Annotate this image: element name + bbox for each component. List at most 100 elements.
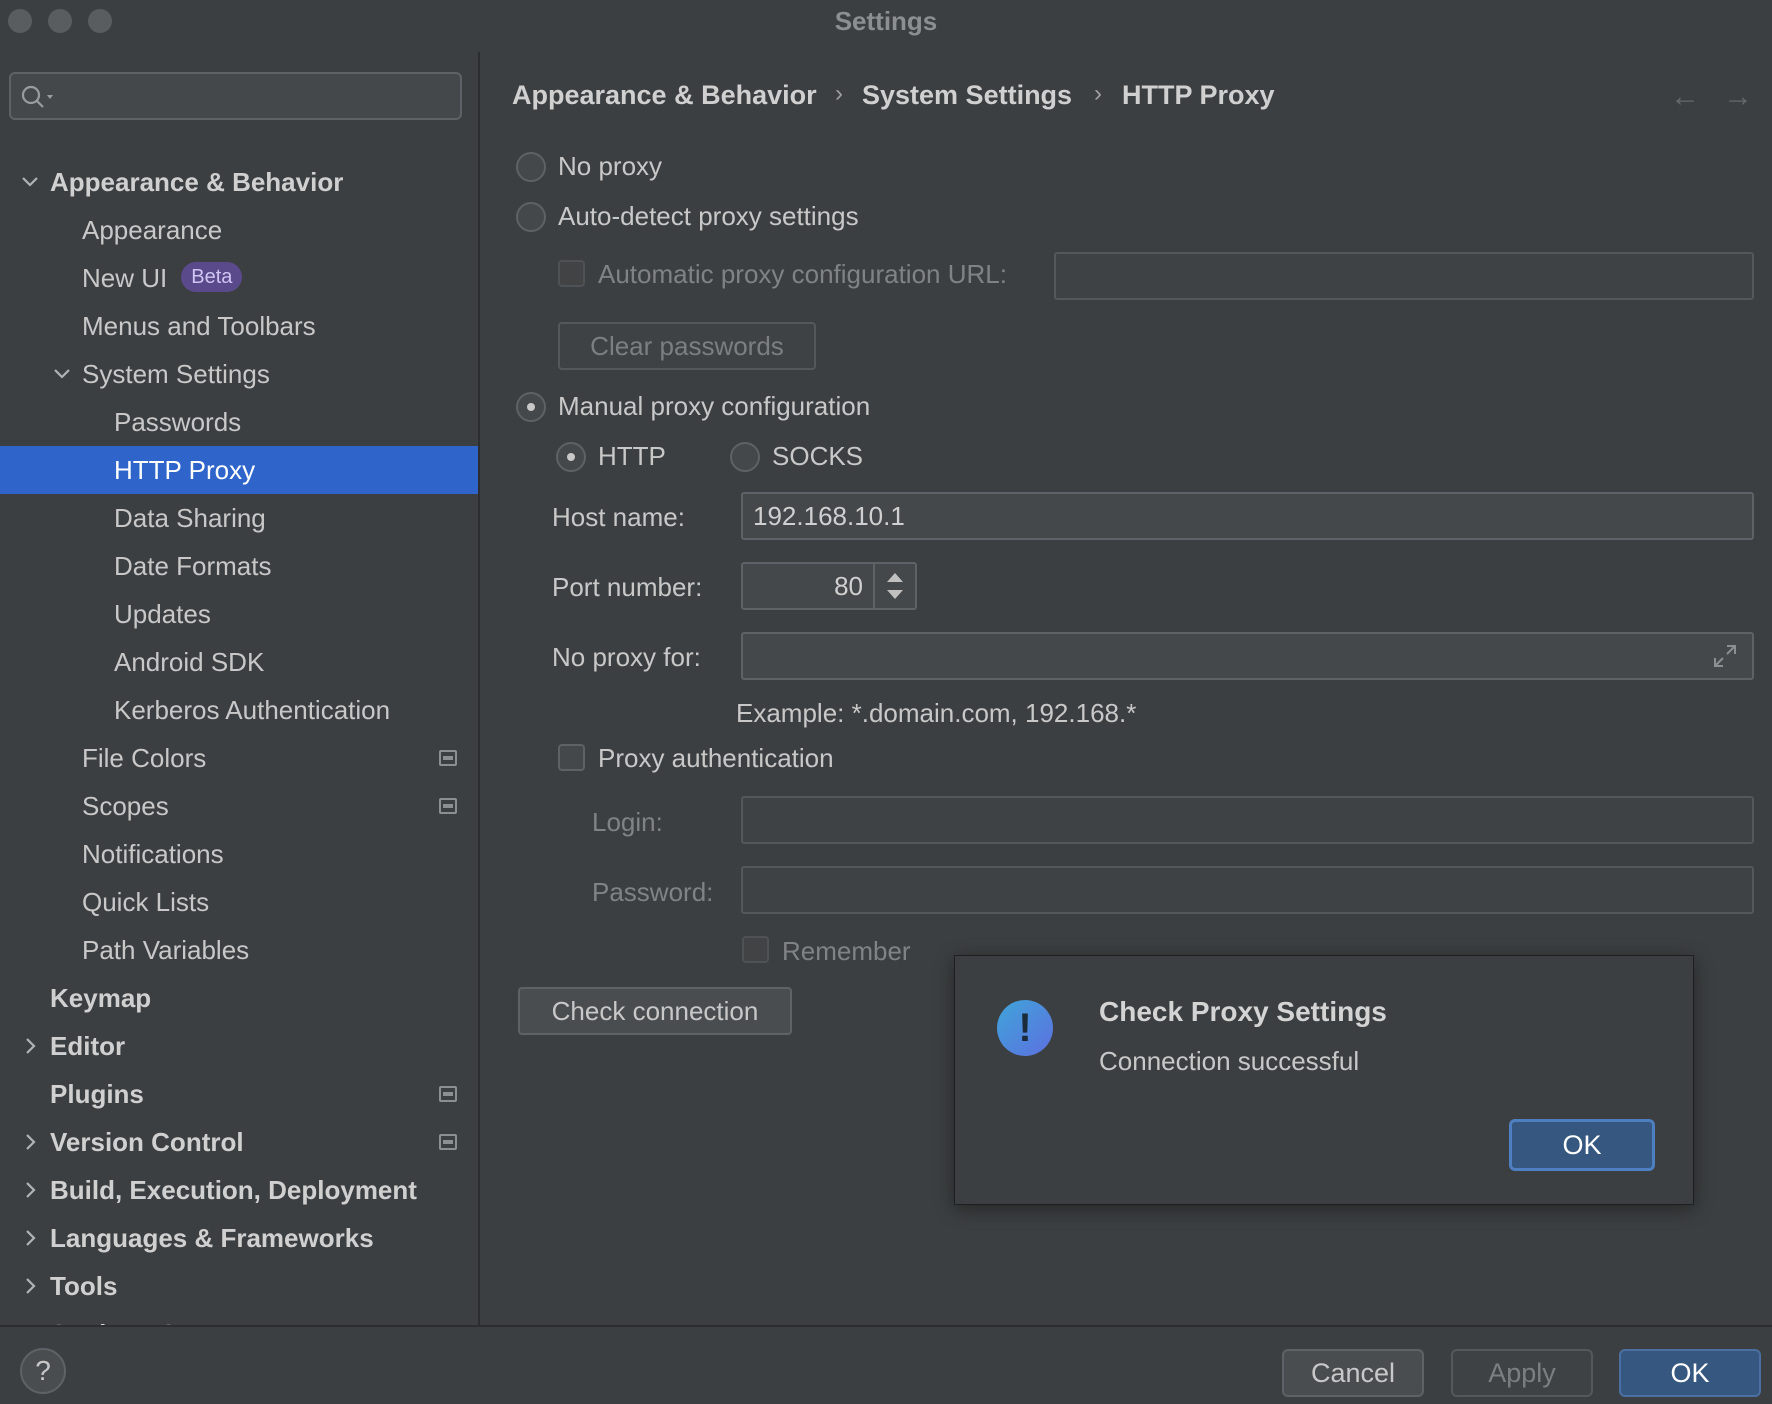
chevron-down-icon[interactable]: [50, 362, 74, 386]
arrow-left-icon[interactable]: ←: [1670, 80, 1700, 114]
http-label: HTTP: [598, 441, 666, 472]
chevron-right-icon[interactable]: [18, 1130, 42, 1154]
help-button[interactable]: ?: [20, 1348, 66, 1394]
breadcrumb-appearance-behavior[interactable]: Appearance & Behavior: [512, 80, 817, 111]
sidebar-item-version-control[interactable]: Version Control: [0, 1118, 478, 1166]
sidebar-item-label: Appearance: [82, 206, 222, 254]
sidebar-item-system-settings[interactable]: System Settings: [0, 350, 478, 398]
no-proxy-for-label: No proxy for:: [552, 642, 701, 673]
beta-badge: Beta: [181, 262, 242, 292]
chevron-right-icon[interactable]: [18, 1226, 42, 1250]
no-proxy-for-input[interactable]: [741, 632, 1754, 680]
dialog-ok-button[interactable]: OK: [1509, 1119, 1655, 1171]
sidebar-item-data-sharing[interactable]: Data Sharing: [0, 494, 478, 542]
host-name-label: Host name:: [552, 502, 685, 533]
sidebar-item-file-colors[interactable]: File Colors: [0, 734, 478, 782]
sidebar-item-updates[interactable]: Updates: [0, 590, 478, 638]
sidebar-item-path-variables[interactable]: Path Variables: [0, 926, 478, 974]
port-stepper[interactable]: [873, 564, 915, 608]
sidebar-item-text: Passwords: [114, 407, 241, 437]
sidebar-item-plugins[interactable]: Plugins: [0, 1070, 478, 1118]
manual-proxy-label: Manual proxy configuration: [558, 391, 870, 422]
chevron-right-icon[interactable]: [18, 1274, 42, 1298]
sidebar-item-text: Plugins: [50, 1079, 144, 1109]
sidebar-item-android-sdk[interactable]: Android SDK: [0, 638, 478, 686]
sidebar-item-label: Updates: [114, 590, 211, 638]
arrow-right-icon[interactable]: →: [1723, 80, 1753, 114]
port-number-value: 80: [834, 571, 863, 601]
sidebar-item-label: System Settings: [82, 350, 270, 398]
sidebar-item-languages-frameworks[interactable]: Languages & Frameworks: [0, 1214, 478, 1262]
settings-sidebar: Appearance & Behavior Appearance New UIBet…: [0, 52, 478, 1325]
sidebar-item-text: Menus and Toolbars: [82, 311, 316, 341]
sidebar-item-text: Data Sharing: [114, 503, 266, 533]
sidebar-item-http-proxy[interactable]: HTTP Proxy: [0, 446, 478, 494]
clear-passwords-button[interactable]: Clear passwords: [558, 322, 816, 370]
sidebar-item-passwords[interactable]: Passwords: [0, 398, 478, 446]
sidebar-item-label: HTTP Proxy: [114, 446, 255, 494]
sidebar-item-label: Menus and Toolbars: [82, 302, 316, 350]
project-level-icon: [439, 798, 457, 814]
sidebar-item-date-formats[interactable]: Date Formats: [0, 542, 478, 590]
auto-detect-radio[interactable]: [516, 202, 546, 232]
ok-button[interactable]: OK: [1619, 1349, 1761, 1397]
sidebar-item-label: Scopes: [82, 782, 169, 830]
login-input[interactable]: [741, 796, 1754, 844]
stepper-arrows-icon: [875, 564, 915, 608]
window-title: Settings: [0, 6, 1772, 37]
sidebar-item-settings-sync[interactable]: Settings Sync: [0, 1310, 478, 1325]
footer-bar: ? Cancel Apply OK: [0, 1325, 1772, 1404]
manual-proxy-radio[interactable]: [516, 392, 546, 422]
host-name-input[interactable]: 192.168.10.1: [741, 492, 1754, 540]
expand-icon[interactable]: [1712, 643, 1738, 669]
sidebar-item-label: Tools: [50, 1262, 117, 1310]
project-level-icon: [439, 1086, 457, 1102]
sidebar-item-editor[interactable]: Editor: [0, 1022, 478, 1070]
settings-search-input[interactable]: [9, 72, 462, 120]
sidebar-item-menus-and-toolbars[interactable]: Menus and Toolbars: [0, 302, 478, 350]
sidebar-item-text: System Settings: [82, 359, 270, 389]
search-icon: [21, 85, 61, 109]
password-input[interactable]: [741, 866, 1754, 914]
proxy-authentication-checkbox[interactable]: [558, 744, 585, 771]
remember-label: Remember: [782, 936, 911, 967]
no-proxy-radio[interactable]: [516, 152, 546, 182]
chevron-right-icon[interactable]: [18, 1178, 42, 1202]
check-connection-button[interactable]: Check connection: [518, 987, 792, 1035]
proxy-authentication-label: Proxy authentication: [598, 743, 834, 774]
chevron-down-icon[interactable]: [18, 170, 42, 194]
auto-config-url-checkbox[interactable]: [558, 260, 585, 287]
sidebar-item-appearance[interactable]: Appearance: [0, 206, 478, 254]
apply-button[interactable]: Apply: [1451, 1349, 1593, 1397]
remember-checkbox[interactable]: [742, 936, 769, 963]
no-proxy-label: No proxy: [558, 151, 662, 182]
sidebar-item-label: Languages & Frameworks: [50, 1214, 374, 1262]
sidebar-item-new-ui[interactable]: New UIBeta: [0, 254, 478, 302]
sidebar-item-text: Version Control: [50, 1127, 244, 1157]
sidebar-item-build-execution-deployment[interactable]: Build, Execution, Deployment: [0, 1166, 478, 1214]
breadcrumb-system-settings[interactable]: System Settings: [862, 80, 1072, 111]
no-proxy-example: Example: *.domain.com, 192.168.*: [736, 698, 1136, 729]
sidebar-item-label: File Colors: [82, 734, 206, 782]
port-number-label: Port number:: [552, 572, 702, 603]
sidebar-item-tools[interactable]: Tools: [0, 1262, 478, 1310]
sidebar-item-text: HTTP Proxy: [114, 455, 255, 485]
http-radio[interactable]: [556, 442, 586, 472]
sidebar-item-kerberos-authentication[interactable]: Kerberos Authentication: [0, 686, 478, 734]
sidebar-item-label: Plugins: [50, 1070, 144, 1118]
sidebar-item-notifications[interactable]: Notifications: [0, 830, 478, 878]
breadcrumb-separator: ›: [1094, 80, 1102, 108]
warning-info-icon: !: [997, 1000, 1053, 1056]
cancel-button[interactable]: Cancel: [1282, 1349, 1424, 1397]
sidebar-item-quick-lists[interactable]: Quick Lists: [0, 878, 478, 926]
sidebar-item-appearance-behavior[interactable]: Appearance & Behavior: [0, 158, 478, 206]
auto-config-url-input[interactable]: [1054, 252, 1754, 300]
chevron-right-icon[interactable]: [18, 1034, 42, 1058]
sidebar-item-scopes[interactable]: Scopes: [0, 782, 478, 830]
sidebar-item-text: Notifications: [82, 839, 224, 869]
sidebar-item-text: Appearance & Behavior: [50, 167, 343, 197]
sidebar-item-text: Appearance: [82, 215, 222, 245]
socks-radio[interactable]: [730, 442, 760, 472]
sidebar-item-keymap[interactable]: Keymap: [0, 974, 478, 1022]
sidebar-item-label: Data Sharing: [114, 494, 266, 542]
